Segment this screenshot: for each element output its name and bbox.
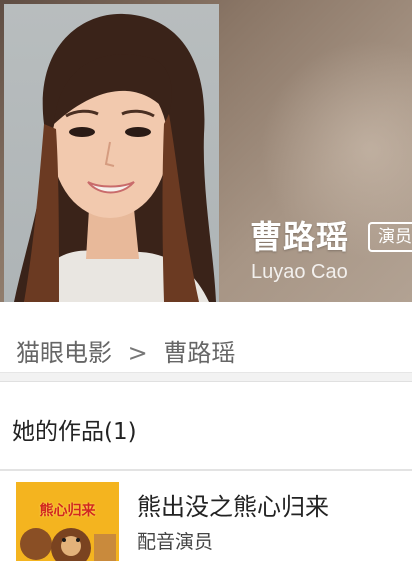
breadcrumb-separator: > xyxy=(127,339,148,367)
movie-title[interactable]: 熊出没之熊心归来 xyxy=(137,487,329,522)
movie-role: 配音演员 xyxy=(137,531,214,553)
breadcrumb: 猫眼电影 > 曹路瑶 xyxy=(16,333,235,368)
works-section-title: 她的作品(1) xyxy=(12,419,137,445)
actor-name-cn: 曹路瑶 xyxy=(250,218,350,256)
profile-header: 曹路瑶 演员 Luyao Cao xyxy=(0,0,412,302)
poster-title-text: 熊心归来 xyxy=(39,503,96,519)
movie-poster[interactable]: 熊心归来 xyxy=(16,482,119,561)
role-badge: 演员 xyxy=(368,222,412,252)
actor-photo[interactable] xyxy=(4,4,219,302)
section-gap xyxy=(0,372,412,382)
movie-list-item[interactable]: 熊心归来 熊出没之熊心归来 配音演员 xyxy=(0,471,412,561)
breadcrumb-home-link[interactable]: 猫眼电影 xyxy=(16,333,112,368)
breadcrumb-current: 曹路瑶 xyxy=(163,339,236,367)
actor-name-en: Luyao Cao xyxy=(251,261,348,283)
